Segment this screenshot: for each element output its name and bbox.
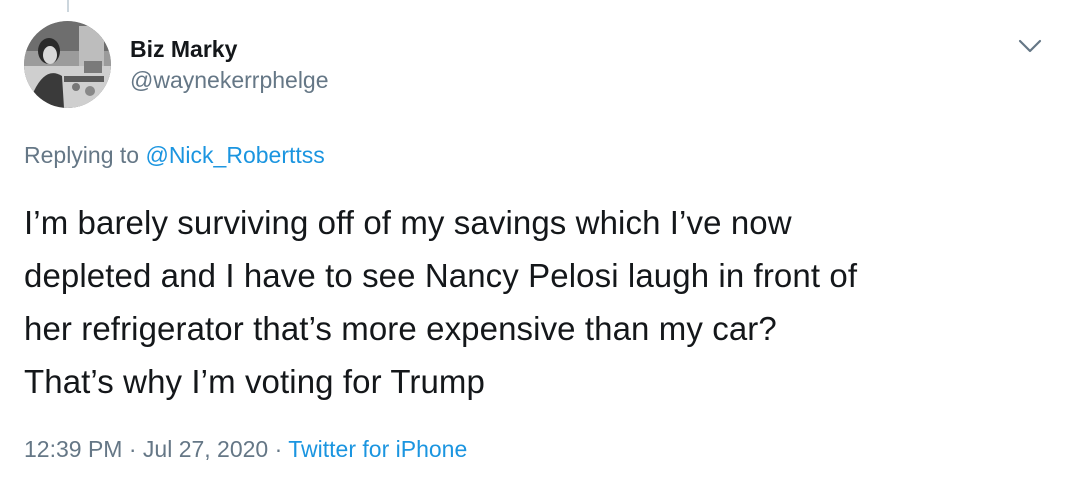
tweet-text-line: I’m barely surviving off of my savings w… — [24, 204, 792, 241]
tweet-card: Biz Marky @waynekerrphelge Replying to @… — [0, 0, 1072, 492]
tweet-date[interactable]: Jul 27, 2020 — [143, 436, 268, 462]
tweet-menu-button[interactable] — [1017, 36, 1043, 56]
tweet-text-line: That’s why I’m voting for Trump — [24, 363, 485, 400]
author-display-name[interactable]: Biz Marky — [130, 34, 329, 64]
meta-separator: · — [274, 436, 283, 462]
meta-separator: · — [128, 436, 137, 462]
replying-to-label: Replying to — [24, 142, 140, 168]
tweet-source-link[interactable]: Twitter for iPhone — [288, 436, 467, 462]
avatar[interactable] — [24, 21, 111, 108]
thread-connector-line — [67, 0, 69, 12]
tweet-text-line: depleted and I have to see Nancy Pelosi … — [24, 257, 858, 294]
tweet-body: I’m barely surviving off of my savings w… — [24, 196, 1034, 408]
avatar-photo — [24, 21, 111, 108]
author-handle[interactable]: @waynekerrphelge — [130, 64, 329, 96]
tweet-text-line: her refrigerator that’s more expensive t… — [24, 310, 777, 347]
reply-mention-link[interactable]: @Nick_Roberttss — [145, 142, 324, 168]
tweet-time[interactable]: 12:39 PM — [24, 436, 122, 462]
tweet-metadata: 12:39 PM · Jul 27, 2020 · Twitter for iP… — [24, 433, 467, 465]
author-block: Biz Marky @waynekerrphelge — [130, 34, 329, 96]
chevron-down-icon — [1018, 39, 1042, 53]
replying-to-line: Replying to @Nick_Roberttss — [24, 139, 325, 171]
